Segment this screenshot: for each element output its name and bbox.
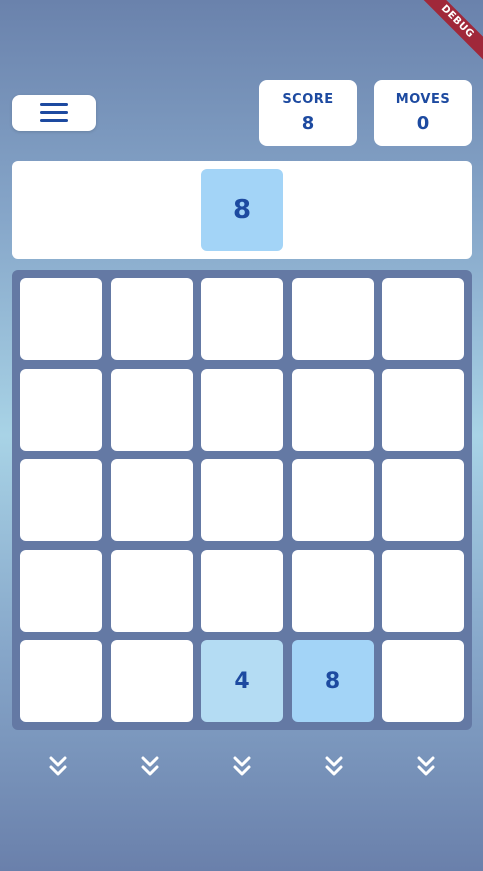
empty-cell — [382, 549, 464, 632]
drop-column-4-button[interactable] — [319, 752, 349, 780]
empty-cell — [20, 368, 102, 451]
empty-cell — [201, 368, 283, 451]
game-board: 48 — [12, 270, 472, 730]
hamburger-menu-icon — [40, 103, 68, 123]
tile-4: 4 — [201, 640, 283, 722]
empty-cell — [110, 640, 193, 722]
next-tile: 8 — [201, 169, 283, 251]
score-value: 8 — [301, 113, 315, 134]
empty-cell — [291, 368, 374, 451]
double-chevron-down-icon — [417, 756, 435, 776]
empty-cell — [20, 278, 102, 360]
empty-cell — [291, 459, 374, 541]
drop-column-5-button[interactable] — [411, 752, 441, 780]
empty-cell — [291, 549, 374, 632]
menu-button[interactable] — [12, 95, 96, 131]
empty-cell — [110, 368, 193, 451]
drop-column-1-button[interactable] — [43, 752, 73, 780]
next-tile-panel: 8 — [12, 161, 472, 259]
empty-cell — [20, 640, 102, 722]
empty-cell — [110, 278, 193, 360]
double-chevron-down-icon — [141, 756, 159, 776]
debug-banner: DEBUG — [423, 0, 483, 60]
empty-cell — [201, 459, 283, 541]
moves-label: MOVES — [395, 92, 451, 107]
empty-cell — [291, 278, 374, 360]
empty-cell — [382, 640, 464, 722]
empty-cell — [382, 368, 464, 451]
double-chevron-down-icon — [49, 756, 67, 776]
empty-cell — [201, 278, 283, 360]
score-box: SCORE 8 — [259, 80, 357, 146]
moves-value: 0 — [416, 113, 430, 134]
debug-banner-label: DEBUG — [423, 0, 483, 60]
moves-box: MOVES 0 — [374, 80, 472, 146]
empty-cell — [20, 459, 102, 541]
double-chevron-down-icon — [233, 756, 251, 776]
empty-cell — [201, 549, 283, 632]
empty-cell — [110, 459, 193, 541]
drop-column-2-button[interactable] — [135, 752, 165, 780]
empty-cell — [20, 549, 102, 632]
drop-column-3-button[interactable] — [227, 752, 257, 780]
empty-cell — [382, 278, 464, 360]
score-label: SCORE — [282, 92, 334, 107]
empty-cell — [110, 549, 193, 632]
double-chevron-down-icon — [325, 756, 343, 776]
empty-cell — [382, 459, 464, 541]
tile-8: 8 — [291, 640, 374, 722]
